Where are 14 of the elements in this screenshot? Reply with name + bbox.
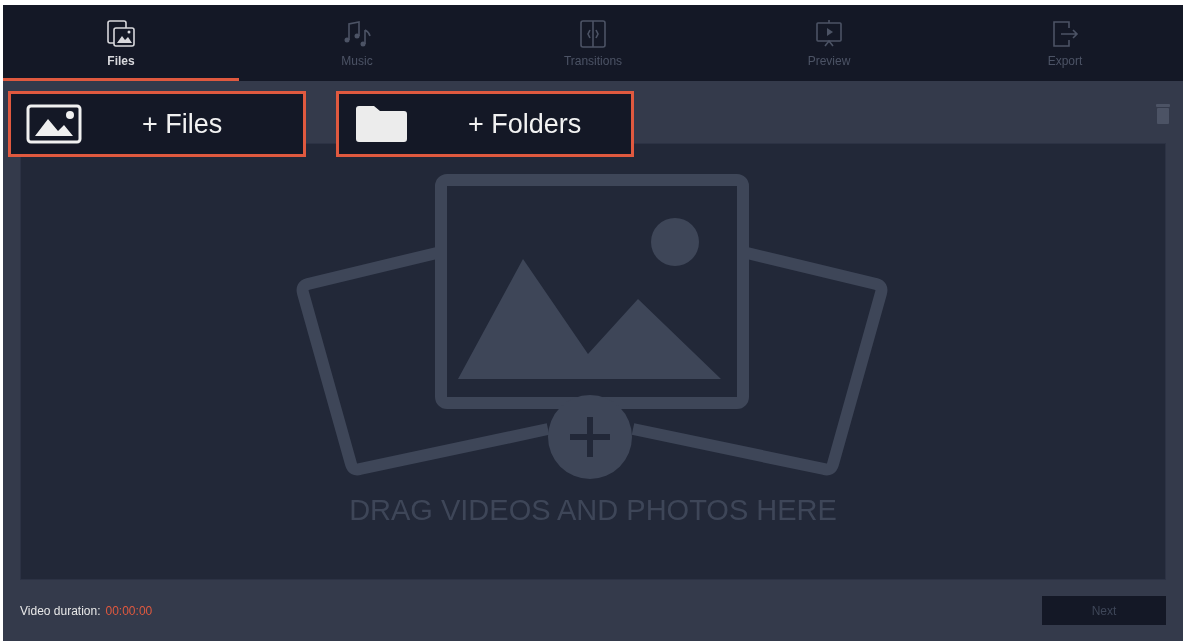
tab[interactable]: Preview	[711, 5, 947, 81]
trash-icon[interactable]	[1154, 101, 1172, 125]
tab[interactable]: Transitions	[475, 5, 711, 81]
images-icon	[105, 18, 137, 50]
duration-label: Video duration:	[20, 602, 101, 620]
add-button[interactable]: + Files	[8, 91, 306, 157]
duration-value: 00:00:00	[105, 602, 153, 620]
image-icon	[26, 104, 82, 144]
tab[interactable]: Export	[947, 5, 1183, 81]
tab[interactable]: Files	[3, 5, 239, 81]
add-button[interactable]: + Folders	[336, 91, 634, 157]
tab[interactable]: Music	[239, 5, 475, 81]
film-split-icon	[577, 18, 609, 50]
folder-icon	[354, 105, 408, 143]
